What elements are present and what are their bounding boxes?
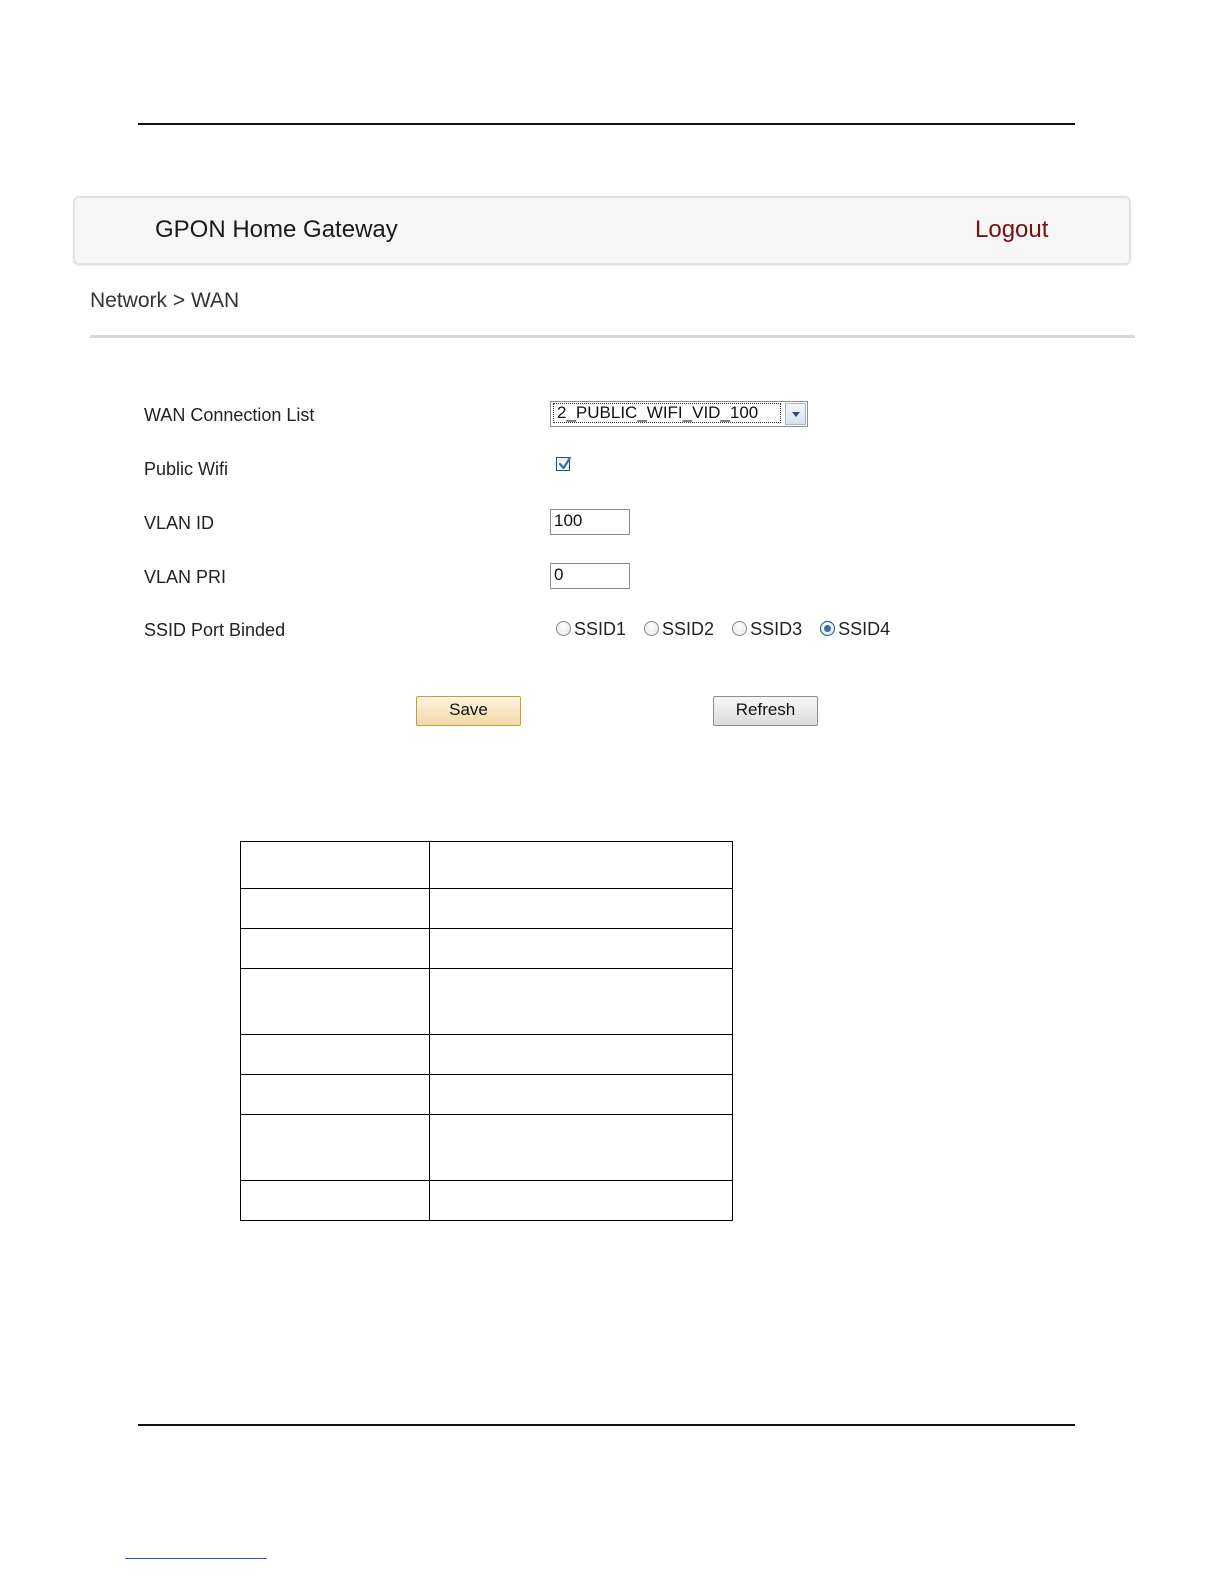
header-bar: GPON Home Gateway Logout: [73, 196, 1131, 265]
radio-circle-icon[interactable]: [644, 621, 660, 636]
checkmark-icon: [558, 456, 572, 470]
ssid-radio-group: SSID1 SSID2 SSID3 SSID4: [556, 619, 908, 640]
radio-circle-icon[interactable]: [732, 621, 748, 636]
table-row: [240, 928, 733, 969]
public-wifi-row: Public Wifi: [144, 455, 1044, 485]
ssid-port-row: SSID Port Binded SSID1 SSID2 SSID3 SSID4: [144, 616, 1044, 646]
document-bottom-rule: [138, 1424, 1075, 1426]
public-wifi-label: Public Wifi: [144, 459, 229, 479]
radio-ssid4-label: SSID4: [838, 619, 891, 639]
radio-selected-icon[interactable]: [820, 621, 836, 636]
wan-connection-label: WAN Connection List: [144, 405, 315, 425]
public-wifi-checkbox[interactable]: [556, 456, 572, 471]
radio-ssid3-label: SSID3: [750, 619, 803, 639]
wan-connection-selected-value: 2_PUBLIC_WIFI_VID_100: [553, 403, 781, 423]
vlan-pri-input[interactable]: 0: [550, 563, 630, 589]
wan-connection-select[interactable]: 2_PUBLIC_WIFI_VID_100: [550, 401, 808, 427]
table-cell: [429, 1074, 733, 1115]
table-cell: [429, 888, 733, 929]
vlan-pri-row: VLAN PRI 0: [144, 563, 1044, 593]
document-top-rule: [138, 123, 1075, 125]
table-cell: [240, 1074, 430, 1115]
table-cell: [429, 1034, 733, 1075]
vlan-id-input[interactable]: 100: [550, 509, 630, 535]
radio-ssid2-label: SSID2: [662, 619, 715, 639]
vlan-pri-control: 0: [550, 563, 630, 589]
table-cell: [429, 968, 733, 1035]
breadcrumb: Network > WAN: [90, 289, 240, 312]
table-cell: [240, 928, 430, 969]
refresh-button[interactable]: Refresh: [713, 696, 818, 726]
table-row: [240, 1180, 733, 1221]
radio-circle-icon[interactable]: [556, 621, 571, 636]
vlan-pri-label: VLAN PRI: [144, 567, 227, 587]
table-cell: [240, 888, 430, 929]
radio-ssid1[interactable]: SSID1: [556, 619, 626, 640]
table-cell: [240, 968, 430, 1035]
table-row: [240, 1114, 733, 1181]
wan-connection-control: 2_PUBLIC_WIFI_VID_100: [550, 401, 808, 427]
wan-connection-row: WAN Connection List 2_PUBLIC_WIFI_VID_10…: [144, 401, 1044, 431]
table-row: [240, 1074, 733, 1115]
save-button[interactable]: Save: [416, 696, 521, 726]
table-row: [240, 888, 733, 929]
radio-ssid4[interactable]: SSID4: [820, 619, 890, 640]
table-row: [240, 1034, 733, 1075]
table-cell: [429, 1180, 733, 1221]
app-title: GPON Home Gateway: [155, 216, 398, 243]
table-row: [240, 841, 733, 889]
vlan-id-row: VLAN ID 100: [144, 509, 1044, 539]
logout-link[interactable]: Logout: [975, 216, 1048, 244]
radio-ssid1-label: SSID1: [574, 619, 627, 639]
vlan-id-label: VLAN ID: [144, 513, 215, 533]
chevron-down-icon[interactable]: [785, 403, 806, 425]
section-divider: [90, 335, 1135, 338]
ssid-port-label: SSID Port Binded: [144, 620, 286, 640]
table-row: [240, 968, 733, 1035]
radio-ssid2[interactable]: SSID2: [644, 619, 714, 640]
radio-ssid3[interactable]: SSID3: [732, 619, 802, 640]
table-cell: [240, 841, 430, 889]
table-cell: [429, 841, 733, 889]
table-cell: [240, 1034, 430, 1075]
footnote-rule: [125, 1558, 267, 1559]
table-cell: [429, 1114, 733, 1181]
table-cell: [240, 1180, 430, 1221]
vlan-id-control: 100: [550, 509, 630, 535]
empty-table: [240, 841, 733, 1221]
table-cell: [240, 1114, 430, 1181]
table-cell: [429, 928, 733, 969]
